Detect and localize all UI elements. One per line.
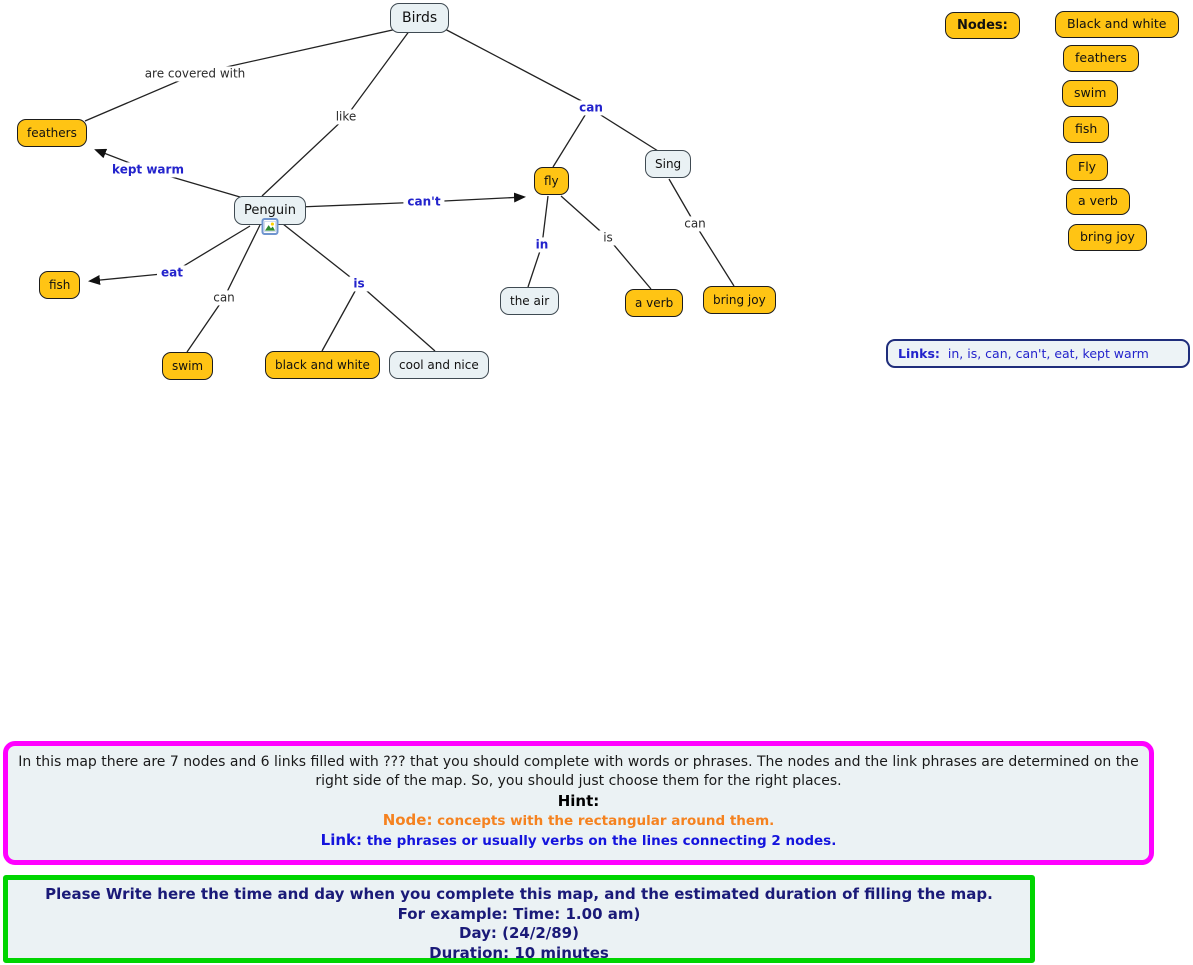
- edge-label-cant[interactable]: can't: [403, 194, 444, 209]
- edge-penguin-swim: [187, 225, 260, 352]
- edge-label-can-swim[interactable]: can: [209, 290, 239, 305]
- map-node-penguin-label: Penguin: [244, 203, 296, 218]
- palette-item-fly[interactable]: Fly: [1066, 154, 1108, 181]
- edge-label-like[interactable]: like: [332, 109, 361, 124]
- time-day-entry-box[interactable]: Please Write here the time and day when …: [3, 875, 1035, 963]
- map-node-birds[interactable]: Birds: [390, 3, 449, 33]
- edge-label-in[interactable]: in: [532, 237, 553, 252]
- edge-label-can-sing[interactable]: can: [680, 216, 710, 231]
- links-list-header: Links:: [898, 346, 940, 361]
- palette-item-feathers[interactable]: feathers: [1063, 45, 1139, 72]
- edge-is-blackandwhite: [322, 284, 359, 351]
- edge-is-coolandnice: [359, 284, 435, 351]
- picture-resource-icon[interactable]: [261, 218, 278, 235]
- map-node-black-and-white[interactable]: black and white: [265, 351, 380, 379]
- edge-sing-bringjoy: [669, 179, 734, 286]
- instructions-paragraph: In this map there are 7 nodes and 6 link…: [18, 753, 1139, 791]
- edge-label-is-fly[interactable]: is: [599, 230, 617, 245]
- edge-label-can-birds[interactable]: can: [575, 100, 607, 115]
- node-hint: Node: concepts with the rectangular arou…: [18, 811, 1139, 831]
- links-list-items: in, is, can, can't, eat, kept warm: [948, 346, 1149, 361]
- concept-map-canvas: Birds feathers Penguin fly Sing fish swi…: [0, 0, 1193, 965]
- footer-line-3: Day: (24/2/89): [20, 924, 1018, 944]
- map-node-bring-joy[interactable]: bring joy: [703, 286, 776, 314]
- map-node-penguin[interactable]: Penguin: [234, 196, 306, 225]
- edge-label-is-penguin[interactable]: is: [349, 276, 368, 291]
- map-node-sing[interactable]: Sing: [645, 150, 691, 178]
- link-hint: Link: the phrases or usually verbs on th…: [18, 831, 1139, 851]
- palette-header-nodes: Nodes:: [945, 12, 1020, 39]
- map-node-fly[interactable]: fly: [534, 167, 569, 195]
- map-node-the-air[interactable]: the air: [500, 287, 559, 315]
- hint-title: Hint:: [18, 791, 1139, 811]
- map-node-cool-and-nice[interactable]: cool and nice: [389, 351, 489, 379]
- footer-line-2: For example: Time: 1.00 am): [20, 905, 1018, 925]
- links-list-box[interactable]: Links: in, is, can, can't, eat, kept war…: [886, 339, 1190, 368]
- edge-birds-can: [441, 27, 591, 106]
- node-hint-text: concepts with the rectangular around the…: [432, 813, 774, 829]
- footer-line-4: Duration: 10 minutes: [20, 944, 1018, 964]
- map-node-swim[interactable]: swim: [162, 352, 213, 380]
- link-hint-text: the phrases or usually verbs on the line…: [362, 833, 836, 849]
- picture-resource-glyph: [264, 221, 275, 232]
- edge-label-are-covered-with[interactable]: are covered with: [141, 66, 250, 81]
- link-hint-label: Link:: [321, 831, 362, 849]
- palette-item-a-verb[interactable]: a verb: [1066, 188, 1130, 215]
- footer-line-1: Please Write here the time and day when …: [20, 885, 1018, 905]
- palette-item-swim[interactable]: swim: [1062, 80, 1118, 107]
- edge-label-kept-warm[interactable]: kept warm: [108, 162, 188, 177]
- instructions-box: In this map there are 7 nodes and 6 link…: [3, 741, 1154, 865]
- map-node-fish[interactable]: fish: [39, 271, 80, 299]
- edge-can-fly: [553, 112, 587, 167]
- edge-label-eat[interactable]: eat: [157, 265, 187, 280]
- palette-item-black-and-white[interactable]: Black and white: [1055, 11, 1179, 38]
- map-node-feathers[interactable]: feathers: [17, 119, 87, 147]
- palette-item-bring-joy[interactable]: bring joy: [1068, 224, 1147, 251]
- palette-item-fish[interactable]: fish: [1063, 116, 1109, 143]
- node-hint-label: Node:: [383, 811, 433, 829]
- edge-penguin-is: [283, 224, 359, 284]
- map-node-a-verb[interactable]: a verb: [625, 289, 683, 317]
- edge-can-sing: [596, 112, 658, 151]
